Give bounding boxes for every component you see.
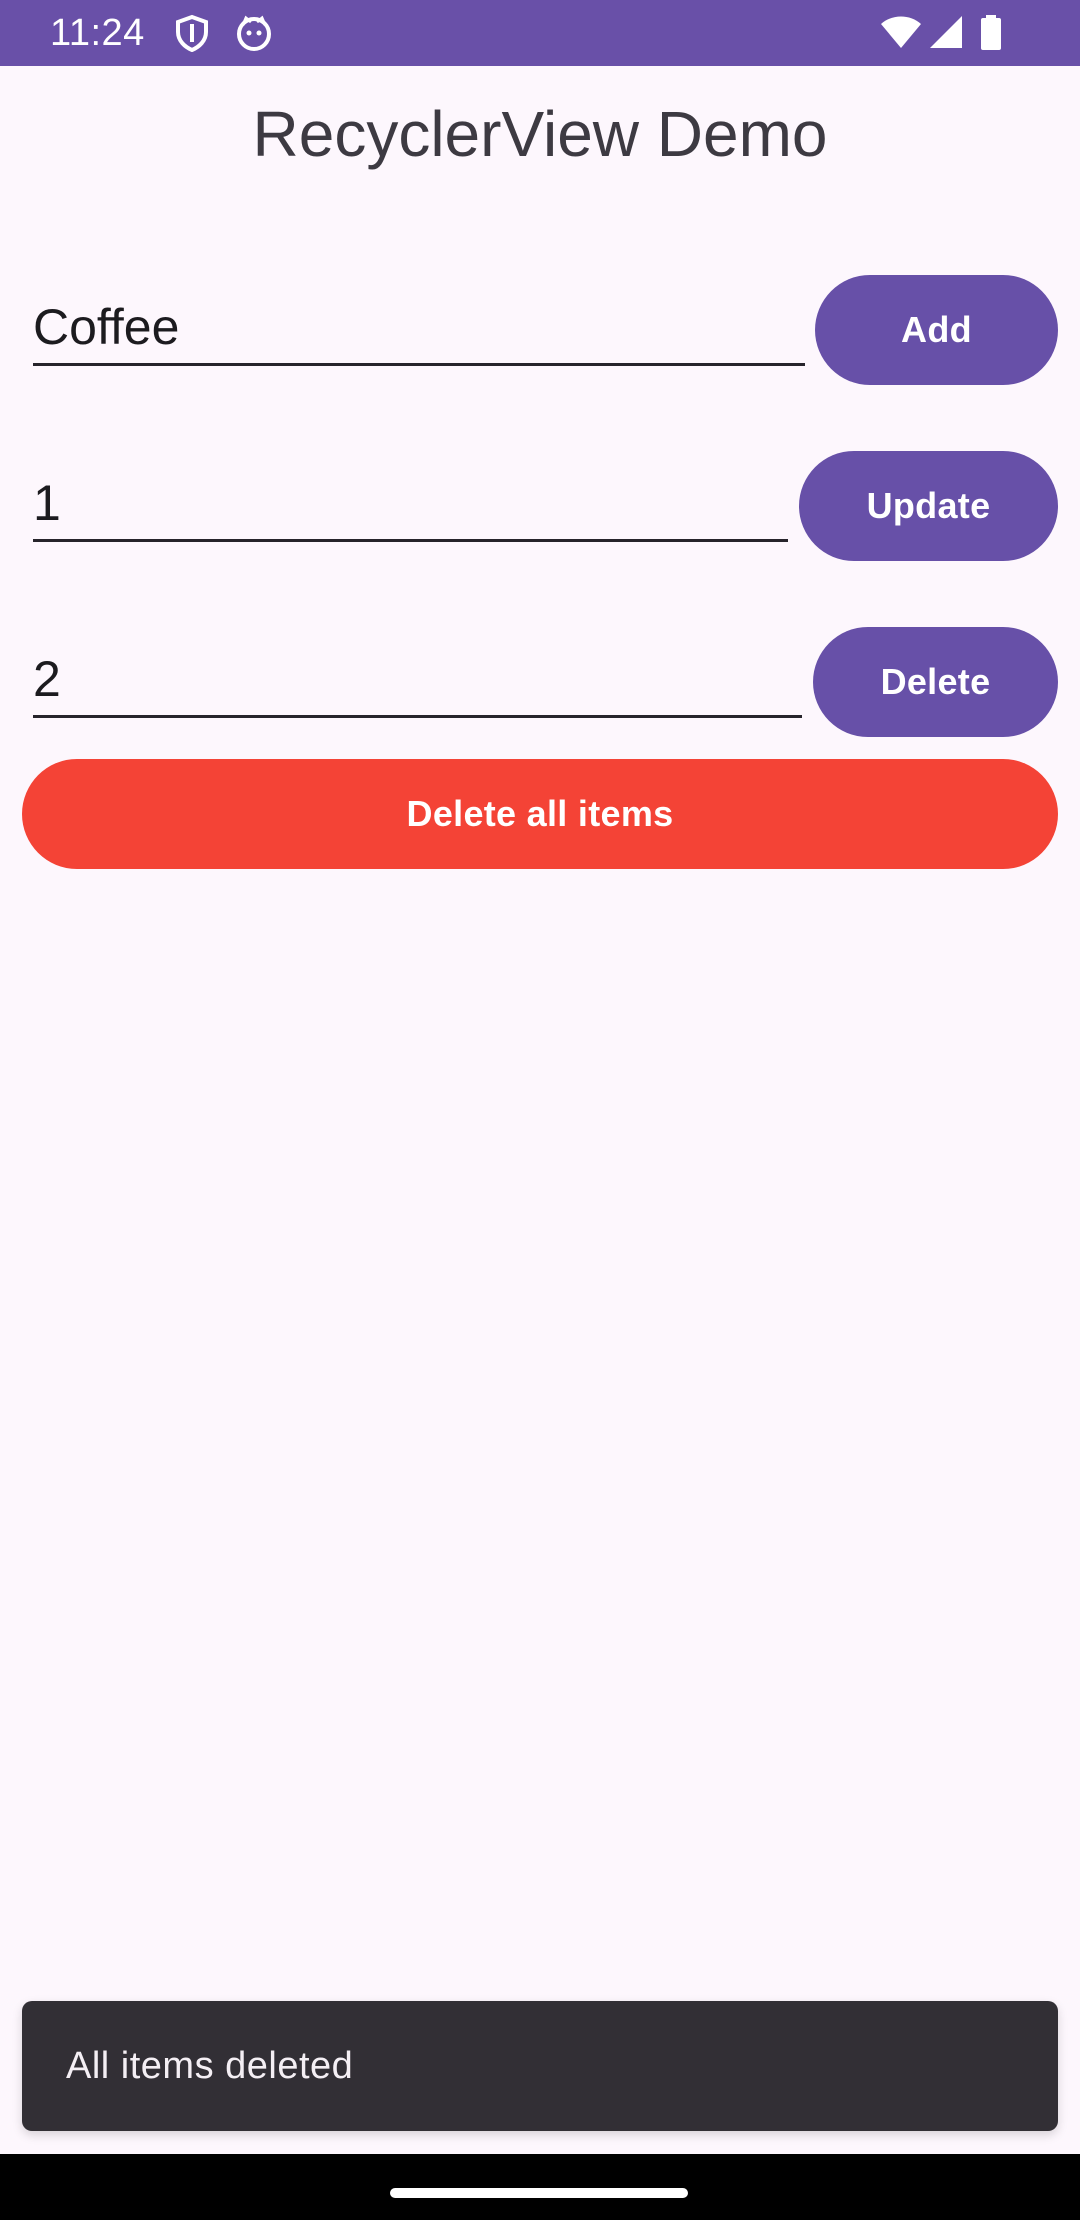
update-position-input-underline [33, 539, 788, 542]
item-name-input-underline [33, 363, 805, 366]
delete-all-button[interactable]: Delete all items [22, 759, 1058, 869]
update-button[interactable]: Update [799, 451, 1058, 561]
update-position-input[interactable]: 1 [33, 473, 61, 533]
navigation-bar [0, 2154, 1080, 2220]
wifi-icon [880, 14, 922, 52]
delete-button[interactable]: Delete [813, 627, 1058, 737]
status-time: 11:24 [50, 12, 145, 54]
status-bar: 11:24 [0, 0, 1080, 66]
recycler-list [0, 880, 1080, 1980]
page-title: RecyclerView Demo [252, 98, 828, 170]
snackbar-message: All items deleted [66, 2044, 354, 2087]
item-name-input[interactable]: Coffee [33, 297, 179, 357]
delete-position-input-underline [33, 715, 802, 718]
shield-icon [172, 14, 212, 53]
snackbar: All items deleted [22, 2001, 1058, 2131]
delete-position-input[interactable]: 2 [33, 649, 61, 709]
app-screen: 11:24 RecyclerView Demo Coffee Add 1 Upd… [0, 0, 1080, 2220]
cellular-signal-icon [928, 14, 964, 52]
home-gesture-handle[interactable] [390, 2188, 688, 2198]
add-button[interactable]: Add [815, 275, 1058, 385]
battery-icon [979, 14, 1003, 52]
cat-face-icon [234, 14, 274, 52]
